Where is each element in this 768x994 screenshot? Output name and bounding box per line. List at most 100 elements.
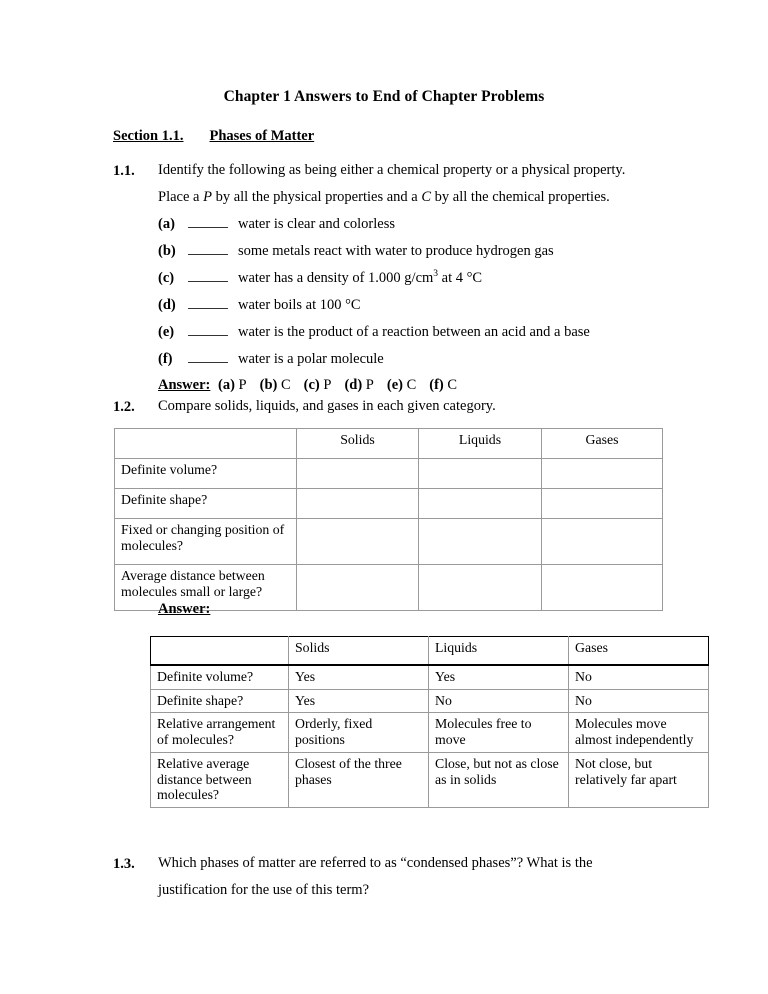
sub-item-text-c-pre: water has a density of 1.000 g/cm xyxy=(238,270,434,286)
answer-tag-e: (e) xyxy=(386,377,403,393)
cell-liquids: No xyxy=(428,688,569,714)
header-gases: Gases xyxy=(541,428,663,459)
problem-number-1-1: 1.1. xyxy=(113,163,135,179)
cell-liquids: Yes xyxy=(428,664,569,690)
page-title: Chapter 1 Answers to End of Chapter Prob… xyxy=(223,88,545,105)
cell-category: Definite volume? xyxy=(114,458,297,489)
answer-blank-f[interactable] xyxy=(188,351,228,363)
cell-liquids[interactable] xyxy=(418,488,542,519)
answer-tag-a: (a) xyxy=(217,377,235,393)
answer-tag-b: (b) xyxy=(259,377,278,393)
answer-blank-a[interactable] xyxy=(188,216,228,228)
cell-liquids: Close, but not as close as in solids xyxy=(428,751,569,809)
sub-item-d: (d) water boils at 100 °C xyxy=(158,297,361,314)
sub-item-text-e: water is the product of a reaction betwe… xyxy=(238,324,590,340)
cell-liquids[interactable] xyxy=(418,564,542,611)
cell-gases: No xyxy=(568,664,709,690)
table-row: Definite shape? xyxy=(114,488,663,519)
answer-value-c: P xyxy=(323,377,332,393)
cell-liquids[interactable] xyxy=(418,518,542,565)
cell-gases[interactable] xyxy=(541,564,663,611)
sub-item-c: (c) water has a density of 1.000 g/cm3 at… xyxy=(158,269,483,287)
problem-number-1-2: 1.2. xyxy=(113,399,135,415)
header-category xyxy=(114,428,297,459)
table-row: Relative average distance between molecu… xyxy=(150,751,709,809)
italic-c: C xyxy=(421,189,432,205)
sub-item-label-d: (d) xyxy=(158,297,176,313)
comparison-table-blank: Solids Liquids Gases Definite volume? De… xyxy=(114,428,663,611)
section-label: Section 1.1. xyxy=(113,128,184,144)
header-solids: Solids xyxy=(296,428,419,459)
cell-category: Relative average distance between molecu… xyxy=(150,751,289,809)
cell-category: Fixed or changing position of molecules? xyxy=(114,518,297,565)
document-page: Chapter 1 Answers to End of Chapter Prob… xyxy=(0,0,768,994)
answer-blank-b[interactable] xyxy=(188,243,228,255)
cell-gases: Molecules move almost independently xyxy=(568,712,709,753)
cell-solids: Yes xyxy=(288,688,429,714)
table-row: Fixed or changing position of molecules? xyxy=(114,518,663,565)
problem-1-1-line2: Place a P by all the physical properties… xyxy=(158,189,610,205)
sub-item-text-a: water is clear and colorless xyxy=(238,216,396,232)
sub-item-a: (a) water is clear and colorless xyxy=(158,216,395,233)
cell-solids: Yes xyxy=(288,664,429,690)
sub-item-text-c-post: at 4 °C xyxy=(438,270,483,286)
section-heading: Section 1.1. Phases of Matter xyxy=(113,128,314,145)
cell-solids[interactable] xyxy=(296,458,419,489)
cell-solids[interactable] xyxy=(296,564,419,611)
sub-item-label-c: (c) xyxy=(158,270,175,286)
header-gases: Gases xyxy=(568,636,709,666)
answer-value-d: P xyxy=(365,377,374,393)
answer-tag-c: (c) xyxy=(303,377,320,393)
problem-1-3-line1: Which phases of matter are referred to a… xyxy=(158,855,593,871)
cell-liquids: Molecules free to move xyxy=(428,712,569,753)
cell-gases[interactable] xyxy=(541,458,663,489)
cell-gases: Not close, but relatively far apart xyxy=(568,751,709,809)
answer-value-e: C xyxy=(406,377,417,393)
sub-item-label-e: (e) xyxy=(158,324,175,340)
header-solids: Solids xyxy=(288,636,429,666)
answer-blank-c[interactable] xyxy=(188,270,228,282)
cell-gases[interactable] xyxy=(541,518,663,565)
table-header-row: Solids Liquids Gases xyxy=(150,636,709,666)
table-header-row: Solids Liquids Gases xyxy=(114,428,663,459)
cell-category: Definite volume? xyxy=(150,664,289,690)
cell-solids: Closest of the three phases xyxy=(288,751,429,809)
sub-item-label-b: (b) xyxy=(158,243,176,259)
answer-value-a: P xyxy=(238,377,247,393)
cell-gases[interactable] xyxy=(541,488,663,519)
answer-tag-f: (f) xyxy=(429,377,444,393)
problem-1-2-prompt: Compare solids, liquids, and gases in ea… xyxy=(158,398,496,414)
problem-1-1-answer: Answer: (a) P (b) C (c) P (d) P (e) C (f) C xyxy=(158,377,466,394)
answer-blank-e[interactable] xyxy=(188,324,228,336)
sub-item-text-f: water is a polar molecule xyxy=(238,351,384,367)
cell-category: Definite shape? xyxy=(114,488,297,519)
sub-item-text-b: some metals react with water to produce … xyxy=(238,243,554,259)
answer-blank-d[interactable] xyxy=(188,297,228,309)
header-liquids: Liquids xyxy=(418,428,542,459)
sub-item-f: (f) water is a polar molecule xyxy=(158,351,384,368)
cell-category: Definite shape? xyxy=(150,688,289,714)
section-title: Phases of Matter xyxy=(209,128,315,144)
table-row: Definite volume? xyxy=(114,458,663,489)
sub-item-b: (b) some metals react with water to produ… xyxy=(158,243,554,260)
answer-value-b: C xyxy=(280,377,291,393)
header-category xyxy=(150,636,289,666)
sub-item-e: (e) water is the product of a reaction be… xyxy=(158,324,590,341)
cell-solids[interactable] xyxy=(296,518,419,565)
comparison-table-answer: Solids Liquids Gases Definite volume? Ye… xyxy=(150,636,709,809)
answer-label-1-1: Answer: xyxy=(158,377,211,393)
cell-solids[interactable] xyxy=(296,488,419,519)
table-row: Definite shape? Yes No No xyxy=(150,688,709,714)
problem-number-1-3: 1.3. xyxy=(113,856,135,872)
sub-item-label-f: (f) xyxy=(158,351,173,367)
sub-item-label-a: (a) xyxy=(158,216,175,232)
answer-value-f: C xyxy=(447,377,458,393)
cell-gases: No xyxy=(568,688,709,714)
problem-1-1-line1: Identify the following as being either a… xyxy=(158,162,626,178)
italic-p: P xyxy=(203,189,212,205)
cell-liquids[interactable] xyxy=(418,458,542,489)
answer-label-1-2: Answer: xyxy=(158,601,211,617)
table-row: Relative arrangement of molecules? Order… xyxy=(150,712,709,753)
cell-category: Relative arrangement of molecules? xyxy=(150,712,289,753)
cell-solids: Orderly, fixed positions xyxy=(288,712,429,753)
